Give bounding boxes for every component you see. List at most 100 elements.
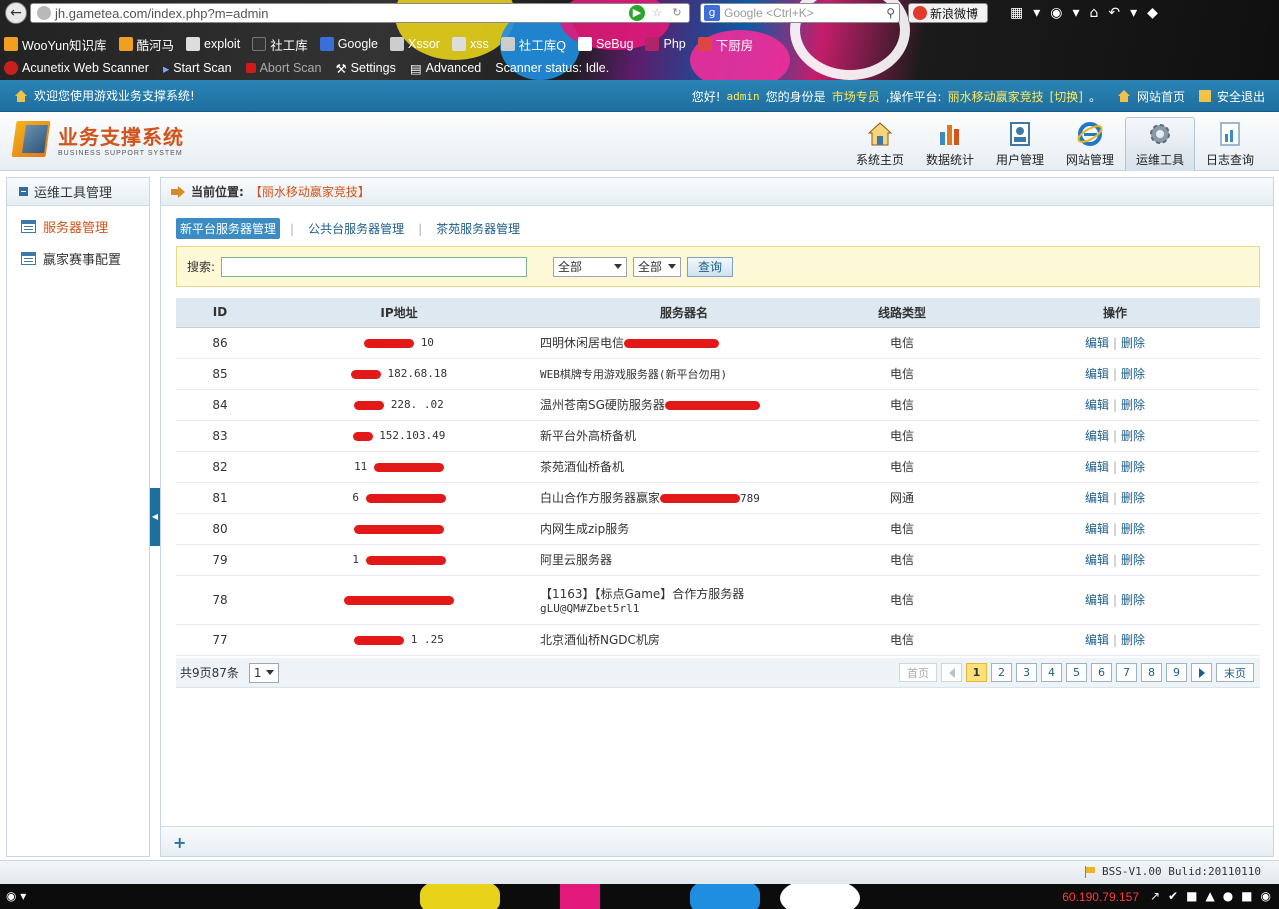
page-button[interactable]: 4 bbox=[1041, 663, 1062, 682]
tab-new-platform-servers[interactable]: 新平台服务器管理 bbox=[176, 218, 281, 239]
delete-link[interactable]: 删除 bbox=[1121, 522, 1145, 536]
settings-button[interactable]: ⚒ Settings bbox=[335, 61, 395, 76]
abort-scan-button[interactable]: Abort Scan bbox=[245, 61, 321, 75]
search-engine-placeholder[interactable]: Google <Ctrl+K> bbox=[724, 6, 886, 20]
delete-link[interactable]: 删除 bbox=[1121, 593, 1145, 607]
last-page-button[interactable]: 末页 bbox=[1216, 663, 1254, 682]
star-icon[interactable]: ☆ bbox=[649, 5, 665, 21]
col-header-line[interactable]: 线路类型 bbox=[834, 298, 970, 328]
bookmark-item[interactable]: WooYun知识库 bbox=[4, 35, 107, 54]
edit-link[interactable]: 编辑 bbox=[1085, 429, 1109, 443]
prev-page-button[interactable] bbox=[941, 663, 962, 682]
dropdown-icon[interactable]: ▾ bbox=[1130, 5, 1137, 21]
back-button[interactable]: ← bbox=[5, 2, 27, 24]
bookmark-item[interactable]: exploit bbox=[186, 37, 240, 51]
nav-data-stats[interactable]: 数据统计 bbox=[915, 117, 985, 171]
edit-link[interactable]: 编辑 bbox=[1085, 336, 1109, 350]
page-button[interactable]: 2 bbox=[991, 663, 1012, 682]
reload-icon[interactable]: ↻ bbox=[669, 5, 685, 21]
tray-icon[interactable]: ✔ bbox=[1168, 889, 1178, 903]
page-button[interactable]: 9 bbox=[1166, 663, 1187, 682]
sidebar-item-server-manage[interactable]: 服务器管理 bbox=[7, 210, 149, 242]
edit-link[interactable]: 编辑 bbox=[1085, 553, 1109, 567]
tab-chayuan-servers[interactable]: 茶苑服务器管理 bbox=[432, 218, 524, 239]
tab-public-servers[interactable]: 公共台服务器管理 bbox=[304, 218, 408, 239]
address-bar[interactable]: jh.gametea.com/index.php?m=admin ▶ ☆ ↻ bbox=[30, 3, 690, 23]
sidebar-item-event-config[interactable]: 嬴家赛事配置 bbox=[7, 242, 149, 274]
delete-link[interactable]: 删除 bbox=[1121, 429, 1145, 443]
page-select[interactable]: 1 bbox=[248, 662, 279, 683]
home-icon[interactable]: ⌂ bbox=[1090, 5, 1099, 21]
bookmark-item[interactable]: 下厨房 bbox=[697, 35, 753, 54]
bookmark-item[interactable]: Php bbox=[645, 37, 686, 51]
col-header-id[interactable]: ID bbox=[176, 298, 264, 328]
nav-site-manage[interactable]: 网站管理 bbox=[1055, 117, 1125, 171]
advanced-button[interactable]: ▤ Advanced bbox=[410, 61, 481, 76]
delete-link[interactable]: 删除 bbox=[1121, 460, 1145, 474]
nav-system-home[interactable]: 系统主页 bbox=[845, 117, 915, 171]
plus-icon[interactable]: + bbox=[173, 833, 186, 852]
delete-link[interactable]: 删除 bbox=[1121, 553, 1145, 567]
nav-user-manage[interactable]: 用户管理 bbox=[985, 117, 1055, 171]
page-button[interactable]: 3 bbox=[1016, 663, 1037, 682]
page-button[interactable]: 7 bbox=[1116, 663, 1137, 682]
search-input[interactable] bbox=[221, 256, 528, 277]
addon-icon[interactable]: ◉ bbox=[1050, 5, 1062, 21]
edit-link[interactable]: 编辑 bbox=[1085, 491, 1109, 505]
magnifier-icon[interactable]: ⚲ bbox=[886, 6, 895, 20]
query-button[interactable]: 查询 bbox=[687, 256, 734, 277]
site-home-link[interactable]: 网站首页 bbox=[1137, 88, 1185, 105]
page-button[interactable]: 6 bbox=[1091, 663, 1112, 682]
search-engine-box[interactable]: g Google <Ctrl+K> ⚲ bbox=[700, 3, 900, 23]
go-icon[interactable]: ▶ bbox=[629, 5, 645, 21]
filter-select-1[interactable]: 全部 bbox=[553, 256, 628, 277]
start-scan-button[interactable]: ▸ Start Scan bbox=[163, 61, 232, 76]
extension-icon[interactable]: ◆ bbox=[1147, 5, 1158, 21]
weibo-button[interactable]: 新浪微博 bbox=[908, 3, 988, 23]
bookmark-item[interactable]: Xssor bbox=[390, 37, 440, 51]
page-button[interactable]: 5 bbox=[1066, 663, 1087, 682]
tray-icon[interactable]: ■ bbox=[1186, 889, 1197, 903]
bookmark-item[interactable]: SeBug bbox=[577, 37, 633, 51]
tray-icon[interactable]: ◉ bbox=[1261, 889, 1271, 903]
col-header-ip[interactable]: IP地址 bbox=[264, 298, 534, 328]
bookmark-item[interactable]: 社工库Q bbox=[500, 35, 566, 54]
bookmark-item[interactable]: 社工库 bbox=[252, 35, 308, 54]
delete-link[interactable]: 删除 bbox=[1121, 398, 1145, 412]
tool-icon[interactable]: ▦ bbox=[1010, 5, 1023, 21]
delete-link[interactable]: 删除 bbox=[1121, 336, 1145, 350]
bookmark-item[interactable]: 酷河马 bbox=[118, 35, 174, 54]
edit-link[interactable]: 编辑 bbox=[1085, 460, 1109, 474]
tray-icon[interactable]: ■ bbox=[1241, 889, 1252, 903]
bookmark-item[interactable]: xss bbox=[451, 37, 489, 51]
history-icon[interactable]: ↶ bbox=[1108, 5, 1120, 21]
nav-log-query[interactable]: 日志查询 bbox=[1195, 117, 1265, 171]
url-text[interactable]: jh.gametea.com/index.php?m=admin bbox=[55, 6, 629, 21]
delete-link[interactable]: 删除 bbox=[1121, 491, 1145, 505]
sidebar-header[interactable]: 运维工具管理 bbox=[7, 178, 149, 206]
first-page-button[interactable]: 首页 bbox=[899, 663, 937, 682]
page-button[interactable]: 1 bbox=[966, 663, 987, 682]
next-page-button[interactable] bbox=[1191, 663, 1212, 682]
dropdown-icon[interactable]: ▾ bbox=[1033, 5, 1040, 21]
tray-icon[interactable]: ▲ bbox=[1205, 889, 1214, 903]
switch-platform-link[interactable]: [切换] bbox=[1050, 88, 1083, 105]
edit-link[interactable]: 编辑 bbox=[1085, 522, 1109, 536]
tray-icon[interactable]: ↗ bbox=[1150, 889, 1160, 903]
tray-icon[interactable]: ● bbox=[1223, 889, 1233, 903]
edit-link[interactable]: 编辑 bbox=[1085, 593, 1109, 607]
delete-link[interactable]: 删除 bbox=[1121, 367, 1145, 381]
bookmark-item[interactable]: Google bbox=[319, 37, 378, 51]
edit-link[interactable]: 编辑 bbox=[1085, 398, 1109, 412]
nav-ops-tools[interactable]: 运维工具 bbox=[1125, 117, 1195, 171]
page-button[interactable]: 8 bbox=[1141, 663, 1162, 682]
edit-link[interactable]: 编辑 bbox=[1085, 633, 1109, 647]
col-header-name[interactable]: 服务器名 bbox=[534, 298, 834, 328]
delete-link[interactable]: 删除 bbox=[1121, 633, 1145, 647]
taskbar-menu-icon[interactable]: ◉ ▾ bbox=[6, 889, 26, 903]
edit-link[interactable]: 编辑 bbox=[1085, 367, 1109, 381]
sidebar-collapse-handle[interactable]: ◀ bbox=[150, 488, 160, 546]
dropdown-icon[interactable]: ▾ bbox=[1072, 5, 1079, 21]
logout-link[interactable]: 安全退出 bbox=[1217, 88, 1265, 105]
filter-select-2[interactable]: 全部 bbox=[633, 256, 682, 277]
